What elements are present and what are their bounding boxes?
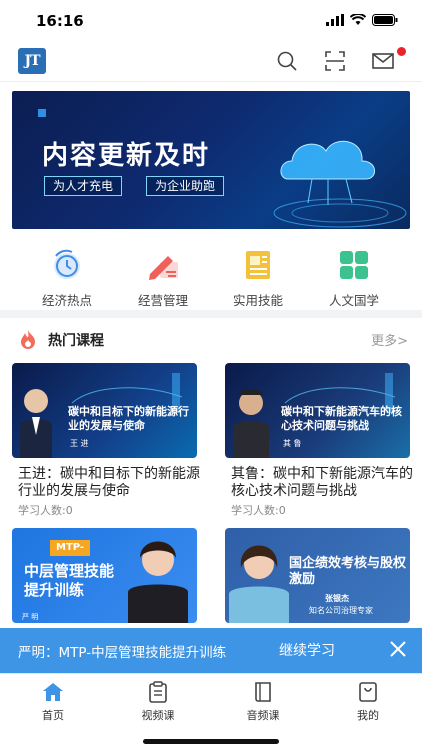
course-learner-count: 学习人数:0	[18, 504, 73, 517]
wifi-icon	[350, 14, 366, 25]
home-indicator	[143, 739, 279, 744]
book-icon	[255, 682, 271, 702]
tab-label: 音频课	[246, 709, 280, 722]
main-card: 内容更新及时 为人才充电 为企业助跑 经济热点 经营管理 实用技能 人文国学	[0, 82, 422, 310]
status-icons	[326, 14, 398, 26]
more-link[interactable]: 更多>	[371, 330, 408, 349]
section-title: 热门课程	[48, 333, 104, 349]
continue-learning-button[interactable]: 继续学习	[279, 640, 335, 660]
document-icon	[246, 251, 270, 279]
continue-learning-bar[interactable]: 严明：MTP-中层管理技能提升训练 继续学习	[0, 628, 422, 673]
thumb-speaker: 严 明	[22, 613, 39, 621]
fire-icon	[21, 330, 35, 349]
hot-courses-section: 热门课程 更多> 碳中和目标下的新能源行业的发展与使命 王 进 王进：碳中和目标…	[0, 318, 422, 630]
notification-badge	[397, 47, 406, 56]
category-label: 人文国学	[328, 293, 379, 308]
bag-icon	[359, 682, 377, 702]
tab-label: 首页	[42, 709, 64, 722]
thumb-caption: 碳中和目标下的新能源行业的发展与使命	[68, 405, 189, 432]
speaker-photo	[229, 545, 289, 623]
app-logo: JT	[18, 48, 46, 74]
search-icon[interactable]	[276, 50, 298, 72]
speaker-photo	[128, 541, 188, 623]
category-row: 经济热点 经营管理 实用技能 人文国学	[0, 248, 422, 308]
tab-label: 我的	[357, 709, 379, 722]
category-skills[interactable]: 实用技能	[218, 248, 298, 309]
category-label: 经营管理	[137, 293, 188, 308]
category-label: 实用技能	[232, 293, 283, 308]
thumb-tag: MTP-	[50, 540, 91, 556]
app-header: JT	[0, 44, 422, 82]
clipboard-icon	[149, 681, 167, 703]
course-thumbnail[interactable]: 碳中和下新能源汽车的核心技术问题与挑战 其 鲁	[225, 363, 410, 458]
tab-profile[interactable]: 我的	[338, 680, 398, 723]
status-time: 16:16	[36, 12, 84, 30]
section-header: 热门课程 更多>	[0, 318, 422, 356]
thumb-speaker: 其 鲁	[283, 439, 302, 448]
banner-tag-right: 为企业助跑	[146, 176, 225, 196]
thumb-caption: 中层管理技能提升训练	[24, 562, 115, 599]
tab-home[interactable]: 首页	[23, 680, 83, 723]
banner-title: 内容更新及时	[42, 141, 211, 171]
category-label: 经济热点	[41, 293, 92, 308]
signal-icon	[326, 14, 344, 26]
course-title[interactable]: 其鲁：碳中和下新能源汽车的核心技术问题与挑战	[231, 466, 421, 500]
banner-tag-left: 为人才充电	[44, 176, 123, 196]
category-economy[interactable]: 经济热点	[27, 248, 107, 309]
course-thumbnail[interactable]: MTP- 中层管理技能提升训练 严 明	[12, 528, 197, 623]
grid-icon	[340, 251, 368, 279]
course-thumbnail[interactable]: 国企绩效考核与股权激励 张银杰 知名公司治理专家	[225, 528, 410, 623]
status-bar: 16:16	[0, 0, 422, 44]
battery-icon	[372, 14, 398, 26]
course-title[interactable]: 王进：碳中和目标下的新能源行业的发展与使命	[18, 466, 208, 500]
thumb-speaker-title: 知名公司治理专家	[309, 606, 373, 615]
close-icon[interactable]	[388, 639, 408, 659]
banner-decoration	[38, 109, 46, 117]
thumb-caption: 碳中和下新能源汽车的核心技术问题与挑战	[281, 405, 402, 432]
category-management[interactable]: 经营管理	[123, 248, 203, 309]
category-culture[interactable]: 人文国学	[314, 248, 394, 309]
pencil-icon	[149, 256, 178, 280]
mail-icon[interactable]	[372, 50, 394, 72]
course-learner-count: 学习人数:0	[231, 504, 286, 517]
tab-video[interactable]: 视频课	[128, 680, 188, 723]
clock-icon	[54, 249, 80, 279]
scan-icon[interactable]	[324, 50, 346, 72]
home-icon	[43, 683, 63, 701]
tab-label: 视频课	[141, 709, 175, 722]
resume-course-text: 严明：MTP-中层管理技能提升训练	[18, 645, 227, 661]
course-thumbnail[interactable]: 碳中和目标下的新能源行业的发展与使命 王 进	[12, 363, 197, 458]
thumb-speaker: 王 进	[70, 439, 89, 448]
thumb-caption: 国企绩效考核与股权激励	[289, 556, 407, 587]
tab-audio[interactable]: 音频课	[233, 680, 293, 723]
promo-banner[interactable]: 内容更新及时 为人才充电 为企业助跑	[12, 91, 410, 229]
cloud-graphic	[273, 140, 407, 228]
